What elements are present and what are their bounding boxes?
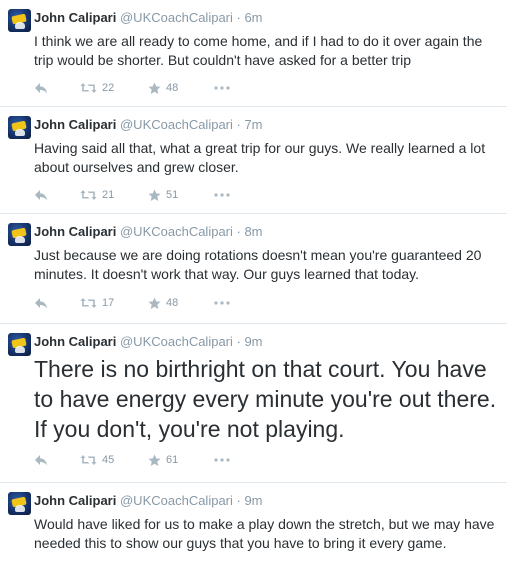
retweet-count: 17	[102, 297, 115, 309]
reply-icon	[35, 83, 47, 94]
favorite-count: 61	[166, 454, 179, 466]
tweet-text: Having said all that, what a great trip …	[34, 140, 486, 175]
timestamp[interactable]: · 8m	[237, 224, 263, 239]
timestamp[interactable]: · 9m	[237, 334, 263, 349]
favorite-button[interactable]: 48	[148, 295, 178, 311]
timestamp[interactable]: · 6m	[237, 10, 263, 25]
reply-button[interactable]	[34, 295, 48, 311]
tweet-header: John Calipari @UKCoachCalipari · 8m	[34, 224, 263, 240]
tweet-text: Just because we are doing rotations does…	[34, 247, 482, 282]
retweet-icon	[80, 298, 97, 308]
retweet-button[interactable]: 21	[80, 187, 114, 203]
user-handle[interactable]: @UKCoachCalipari	[120, 10, 233, 25]
retweet-button[interactable]: 45	[80, 452, 114, 468]
user-handle[interactable]: @UKCoachCalipari	[120, 224, 233, 239]
avatar-mark	[15, 22, 25, 29]
tweet[interactable]: John Calipari @UKCoachCalipari · 9m Woul…	[0, 483, 507, 579]
user-name[interactable]: John Calipari	[34, 117, 116, 132]
reply-icon	[35, 455, 47, 466]
tweet-header: John Calipari @UKCoachCalipari · 7m	[34, 117, 263, 133]
favorite-count: 51	[166, 189, 179, 201]
reply-button[interactable]	[34, 452, 48, 468]
more-button[interactable]	[214, 80, 230, 96]
avatar[interactable]	[8, 333, 31, 356]
star-icon	[148, 297, 161, 309]
tweet-text: Would have liked for us to make a play d…	[34, 516, 495, 551]
tweet-text: I think we are all ready to come home, a…	[34, 33, 483, 68]
user-handle[interactable]: @UKCoachCalipari	[120, 493, 233, 508]
tweet-text: There is no birthright on that court. Yo…	[34, 356, 497, 442]
retweet-count: 21	[102, 189, 115, 201]
reply-button[interactable]	[34, 187, 48, 203]
retweet-button[interactable]: 22	[80, 80, 114, 96]
favorite-count: 48	[166, 297, 179, 309]
user-name[interactable]: John Calipari	[34, 224, 116, 239]
retweet-count: 45	[102, 454, 115, 466]
retweet-count: 22	[102, 82, 115, 94]
retweet-button[interactable]: 17	[80, 295, 114, 311]
user-handle[interactable]: @UKCoachCalipari	[120, 117, 233, 132]
retweet-icon	[80, 455, 97, 465]
more-icon	[214, 193, 230, 197]
favorite-button[interactable]: 61	[148, 452, 178, 468]
avatar[interactable]	[8, 116, 31, 139]
avatar-mark	[15, 346, 25, 353]
reply-icon	[35, 298, 47, 309]
tweet[interactable]: John Calipari @UKCoachCalipari · 7m Havi…	[0, 107, 507, 214]
avatar[interactable]	[8, 492, 31, 515]
tweet[interactable]: John Calipari @UKCoachCalipari · 6m I th…	[0, 0, 507, 107]
user-name[interactable]: John Calipari	[34, 493, 116, 508]
tweet[interactable]: John Calipari @UKCoachCalipari · 9m Ther…	[0, 324, 507, 483]
reply-button[interactable]	[34, 80, 48, 96]
star-icon	[148, 189, 161, 201]
user-name[interactable]: John Calipari	[34, 10, 116, 25]
avatar[interactable]	[8, 223, 31, 246]
avatar-mark	[15, 236, 25, 243]
tweet-header: John Calipari @UKCoachCalipari · 9m	[34, 334, 263, 350]
reply-icon	[35, 190, 47, 201]
favorite-button[interactable]: 48	[148, 80, 178, 96]
user-handle[interactable]: @UKCoachCalipari	[120, 334, 233, 349]
retweet-icon	[80, 190, 97, 200]
more-button[interactable]	[214, 452, 230, 468]
favorite-count: 48	[166, 82, 179, 94]
tweet-header: John Calipari @UKCoachCalipari · 9m	[34, 493, 263, 509]
more-button[interactable]	[214, 187, 230, 203]
tweet[interactable]: John Calipari @UKCoachCalipari · 8m Just…	[0, 214, 507, 324]
star-icon	[148, 454, 161, 466]
more-icon	[214, 301, 230, 305]
timestamp[interactable]: · 9m	[237, 493, 263, 508]
more-icon	[214, 458, 230, 462]
avatar-mark	[15, 505, 25, 512]
tweet-header: John Calipari @UKCoachCalipari · 6m	[34, 10, 263, 26]
star-icon	[148, 82, 161, 94]
avatar[interactable]	[8, 9, 31, 32]
retweet-icon	[80, 83, 97, 93]
user-name[interactable]: John Calipari	[34, 334, 116, 349]
more-icon	[214, 86, 230, 90]
favorite-button[interactable]: 51	[148, 187, 178, 203]
more-button[interactable]	[214, 295, 230, 311]
timestamp[interactable]: · 7m	[237, 117, 263, 132]
avatar-mark	[15, 129, 25, 136]
